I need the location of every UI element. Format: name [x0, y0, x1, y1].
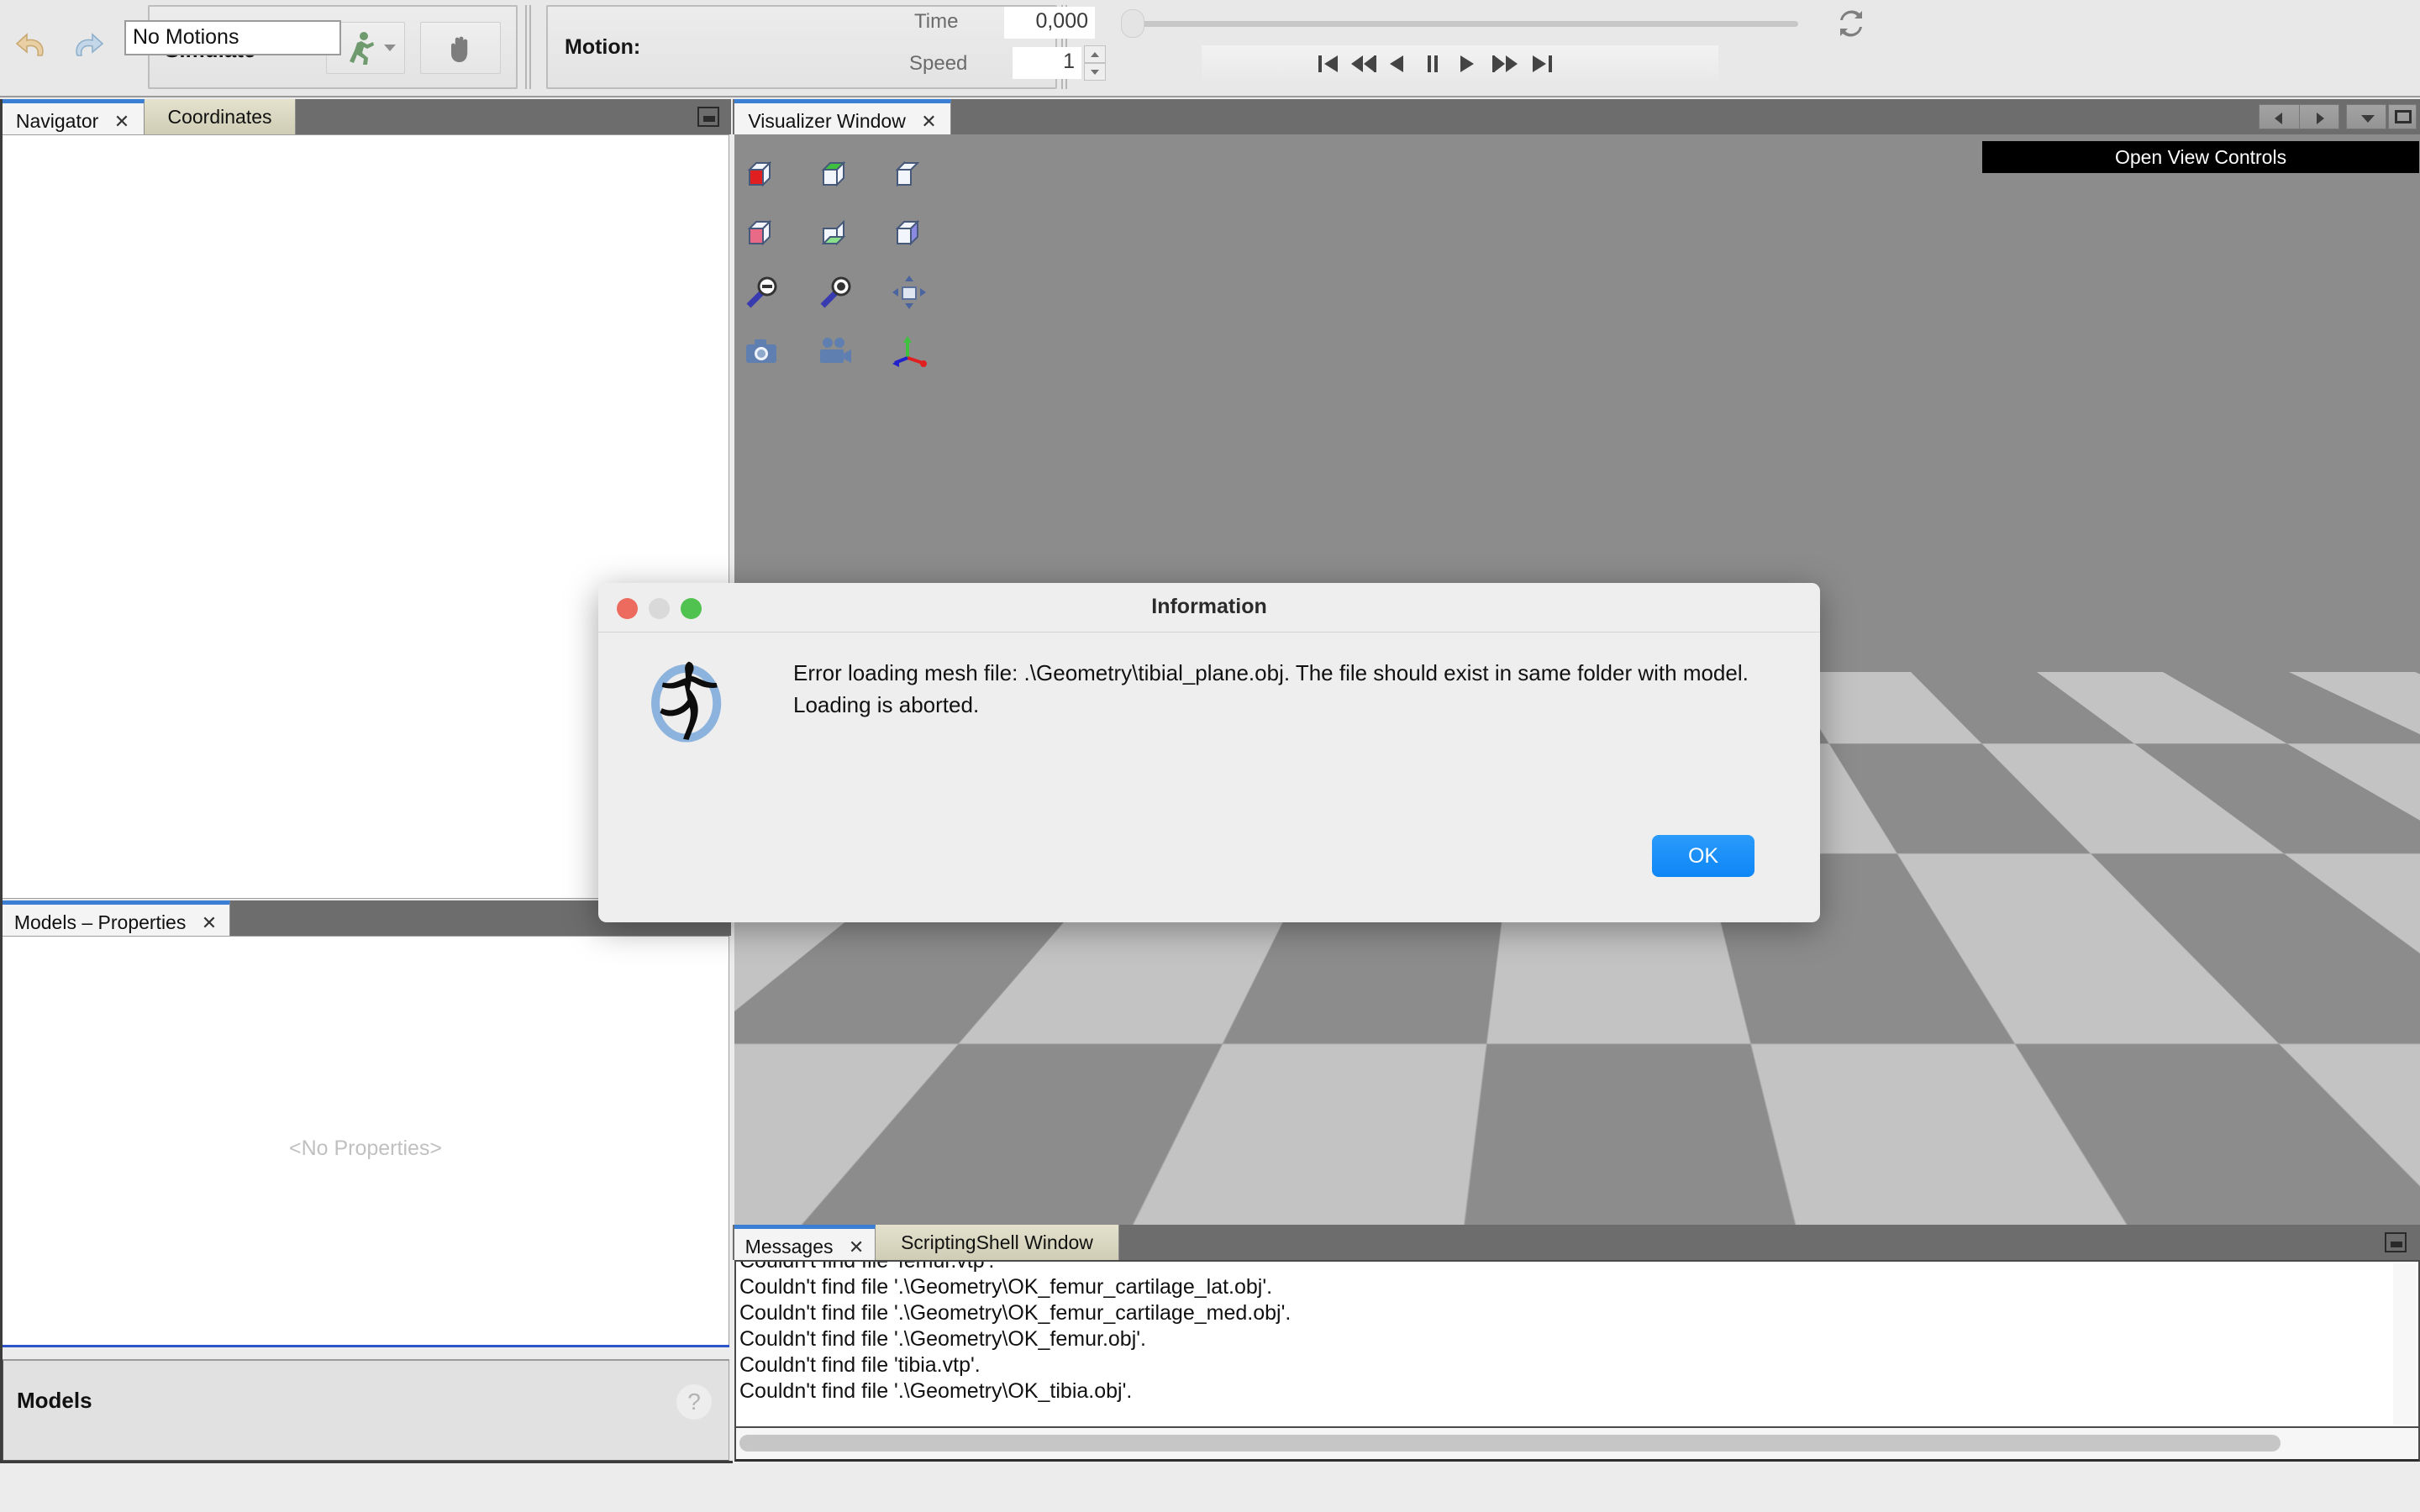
playback-transport-controls	[1202, 45, 1718, 81]
models-section-title: Models	[17, 1388, 92, 1413]
speed-stepper[interactable]	[1084, 45, 1106, 81]
view-bottom-cube-icon[interactable]	[817, 215, 854, 252]
messages-minimize-button[interactable]	[2385, 1232, 2407, 1252]
tab-navigator-close-icon[interactable]: ✕	[114, 111, 129, 133]
view-right-cube-icon[interactable]	[891, 215, 928, 252]
dialog-titlebar: Information	[598, 583, 1820, 633]
hand-icon	[451, 36, 468, 62]
properties-content[interactable]: <No Properties>	[2, 936, 729, 1346]
models-section[interactable]: Models ?	[2, 1359, 729, 1462]
tab-scriptingshell-window-label: ScriptingShell Window	[901, 1231, 1093, 1253]
messages-tabstrip: Messages ✕ ScriptingShell Window	[733, 1225, 2420, 1260]
play-button[interactable]	[1459, 54, 1476, 74]
dialog-message-line-2: Loading is aborted.	[793, 692, 980, 717]
tab-coordinates[interactable]: Coordinates	[145, 99, 296, 134]
tab-visualizer-window-label: Visualizer Window	[748, 110, 906, 132]
time-slider-track	[1126, 21, 1798, 27]
view-front-cube-icon[interactable]	[743, 156, 780, 193]
main-toolbar: Simulate Motion: No Motions Time Speed	[0, 0, 2420, 97]
skip-to-start-button[interactable]	[1318, 54, 1339, 74]
tab-messages[interactable]: Messages ✕	[734, 1225, 876, 1260]
play-backward-button[interactable]	[1388, 54, 1405, 74]
properties-selection-underline	[2, 1345, 729, 1347]
open-view-controls-button[interactable]: Open View Controls	[1982, 141, 2419, 173]
tab-models-properties-label: Models – Properties	[13, 911, 187, 933]
maximize-window-button[interactable]	[2388, 104, 2417, 129]
tab-visualizer-window-close-icon[interactable]: ✕	[921, 111, 936, 133]
help-icon[interactable]: ?	[676, 1384, 712, 1420]
opensim-logo-watermark	[764, 1063, 883, 1200]
zoom-in-icon[interactable]	[817, 274, 854, 311]
record-video-icon[interactable]	[817, 333, 854, 370]
fit-to-window-icon[interactable]	[891, 274, 928, 311]
time-slider[interactable]	[1121, 9, 1798, 38]
information-dialog[interactable]: Information Error loading mesh file: .\G…	[598, 583, 1820, 922]
view-top-cube-icon[interactable]	[817, 156, 854, 193]
tab-scriptingshell-window[interactable]: ScriptingShell Window	[876, 1225, 1119, 1260]
tab-visualizer-window[interactable]: Visualizer Window ✕	[734, 99, 951, 134]
message-line: Couldn't find file '.\Geometry\OK_femur.…	[739, 1327, 1146, 1351]
opensim-logo-icon	[651, 661, 722, 743]
dialog-title: Information	[1151, 595, 1267, 618]
run-dropdown-caret-icon[interactable]	[384, 45, 396, 51]
pause-button[interactable]	[1425, 54, 1440, 74]
message-line: Couldn't find file 'femur.vtp'.	[739, 1260, 995, 1273]
message-line: Couldn't find file '.\Geometry\OK_femur_…	[739, 1301, 1292, 1325]
undo-icon[interactable]	[15, 30, 50, 64]
speed-stepper-up[interactable]	[1084, 45, 1106, 63]
motion-select[interactable]: No Motions	[124, 20, 341, 55]
messages-log: Couldn't find file 'femur.vtp'. Couldn't …	[739, 1260, 2403, 1404]
speed-stepper-down[interactable]	[1084, 63, 1106, 81]
dialog-message-line-1: Error loading mesh file: .\Geometry\tibi…	[793, 660, 1749, 685]
snapshot-camera-icon[interactable]	[743, 333, 780, 370]
toolbar-separator	[524, 5, 533, 89]
tab-coordinates-label: Coordinates	[167, 106, 272, 128]
view-back-cube-icon[interactable]	[743, 215, 780, 252]
application-window: Simulate Motion: No Motions Time Speed	[0, 0, 2420, 1512]
visualizer-tabstrip: Visualizer Window ✕	[733, 99, 2420, 134]
tab-messages-close-icon[interactable]: ✕	[849, 1236, 864, 1258]
step-forward-button[interactable]	[1492, 54, 1519, 74]
time-label: Time	[914, 10, 959, 33]
zoom-out-icon[interactable]	[743, 274, 780, 311]
navigator-tabstrip: Navigator ✕ Coordinates	[0, 99, 731, 134]
tab-models-properties-close-icon[interactable]: ✕	[202, 912, 217, 934]
message-line: Couldn't find file '.\Geometry\OK_tibia.…	[739, 1379, 1133, 1403]
time-input[interactable]: 0,000	[1004, 7, 1095, 39]
speed-label: Speed	[909, 52, 968, 75]
tab-navigator-label: Navigator	[15, 110, 99, 132]
nav-forward-button[interactable]	[2299, 104, 2339, 129]
speed-input[interactable]: 1	[1013, 47, 1081, 79]
loop-repeat-icon[interactable]	[1836, 8, 1866, 39]
messages-vertical-scrollbar[interactable]	[2393, 1263, 2417, 1425]
nav-back-button[interactable]	[2259, 104, 2299, 129]
message-line: Couldn't find file 'tibia.vtp'.	[739, 1353, 981, 1377]
motion-label: Motion:	[565, 35, 641, 59]
navigator-minimize-button[interactable]	[697, 107, 719, 127]
tab-models-properties[interactable]: Models – Properties ✕	[2, 900, 230, 936]
messages-scrollbar-area	[734, 1428, 2420, 1462]
running-man-icon	[350, 32, 374, 65]
view-left-cube-icon[interactable]	[891, 156, 928, 193]
redo-icon[interactable]	[69, 30, 104, 64]
tab-messages-label: Messages	[744, 1236, 834, 1257]
time-slider-thumb[interactable]	[1121, 9, 1144, 38]
motion-panel: Motion:	[546, 5, 1057, 89]
nav-dropdown-button[interactable]	[2346, 104, 2386, 129]
dialog-message: Error loading mesh file: .\Geometry\tibi…	[793, 657, 1785, 721]
messages-content[interactable]: Couldn't find file 'femur.vtp'. Couldn't …	[734, 1260, 2420, 1428]
messages-horizontal-scrollbar[interactable]	[739, 1435, 2281, 1452]
skip-to-end-button[interactable]	[1531, 54, 1553, 74]
tab-navigator[interactable]: Navigator ✕	[2, 99, 145, 134]
no-properties-text: <No Properties>	[288, 1137, 443, 1160]
ok-button[interactable]: OK	[1652, 835, 1754, 877]
message-line: Couldn't find file '.\Geometry\OK_femur_…	[739, 1275, 1273, 1299]
step-back-button[interactable]	[1349, 54, 1376, 74]
pan-tool-button[interactable]	[420, 22, 501, 74]
toggle-axes-icon[interactable]	[891, 333, 928, 370]
